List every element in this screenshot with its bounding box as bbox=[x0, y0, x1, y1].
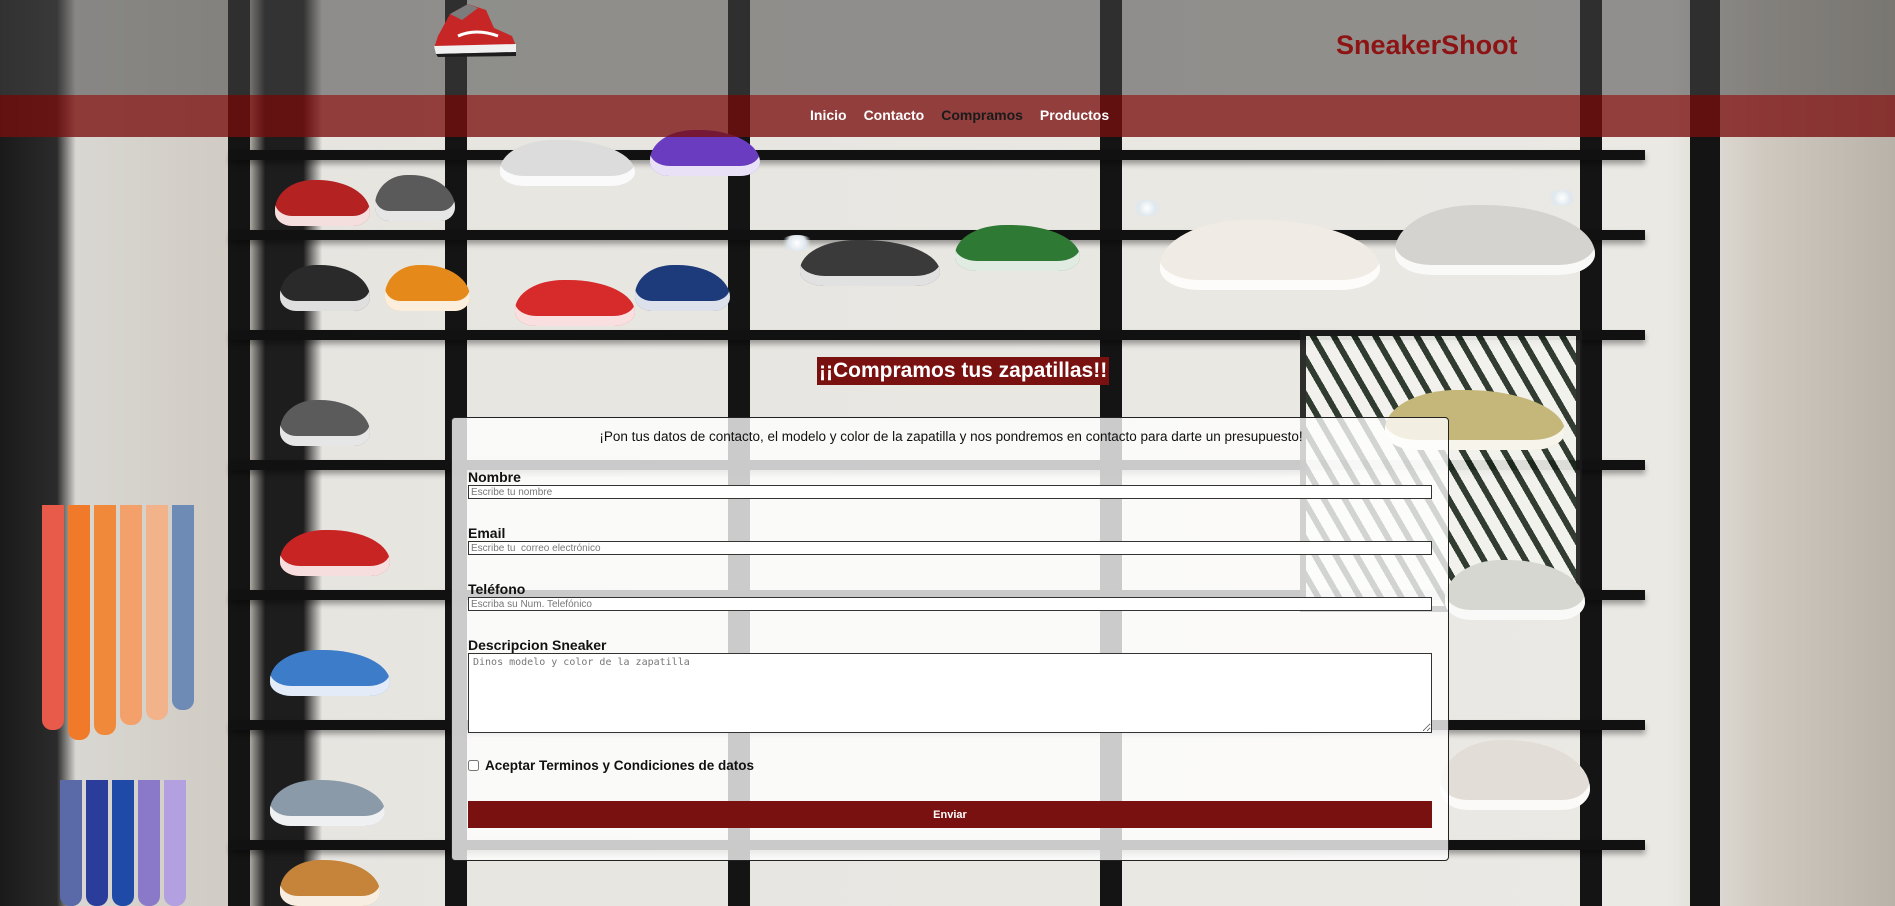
sock bbox=[112, 780, 134, 906]
sneaker bbox=[375, 175, 455, 221]
sock bbox=[86, 780, 108, 906]
nav-item-compramos: Compramos bbox=[941, 107, 1023, 125]
phone-input[interactable] bbox=[468, 597, 1432, 611]
sock bbox=[172, 505, 194, 710]
main-navbar: Inicio Contacto Compramos Productos bbox=[0, 95, 1895, 137]
sneaker bbox=[270, 650, 390, 696]
sneaker bbox=[1440, 740, 1590, 810]
ceiling-light bbox=[780, 235, 814, 251]
nav-link-contacto[interactable]: Contacto bbox=[864, 107, 925, 123]
sneaker bbox=[500, 140, 635, 186]
submit-button[interactable]: Enviar bbox=[468, 801, 1432, 828]
brand-title[interactable]: SneakerShoot bbox=[1336, 30, 1518, 61]
sneaker bbox=[635, 265, 730, 311]
sneaker bbox=[280, 530, 390, 576]
email-input[interactable] bbox=[468, 541, 1432, 555]
terms-row: Aceptar Terminos y Condiciones de datos bbox=[468, 758, 754, 773]
nav-list: Inicio Contacto Compramos Productos bbox=[810, 95, 1109, 137]
sneaker bbox=[270, 780, 385, 826]
sneaker bbox=[800, 240, 940, 286]
description-label: Descripcion Sneaker bbox=[468, 637, 607, 653]
terms-checkbox[interactable] bbox=[468, 760, 479, 771]
sock bbox=[138, 780, 160, 906]
nav-link-productos[interactable]: Productos bbox=[1040, 107, 1109, 123]
nav-link-inicio[interactable]: Inicio bbox=[810, 107, 847, 123]
sock bbox=[94, 505, 116, 735]
nav-link-compramos[interactable]: Compramos bbox=[941, 107, 1023, 123]
ceiling-light bbox=[1130, 200, 1164, 216]
sneaker bbox=[515, 280, 635, 326]
nav-item-productos: Productos bbox=[1040, 107, 1109, 125]
shelf bbox=[230, 150, 1645, 160]
name-input[interactable] bbox=[468, 485, 1432, 499]
sneaker bbox=[280, 860, 380, 906]
sock bbox=[60, 780, 82, 906]
phone-label: Teléfono bbox=[468, 581, 526, 597]
page-title: ¡¡Compramos tus zapatillas!! bbox=[817, 357, 1110, 385]
description-textarea[interactable] bbox=[468, 653, 1432, 733]
ceiling-light bbox=[1545, 190, 1579, 206]
site-header: SneakerShoot bbox=[0, 0, 1895, 95]
form-intro-text: ¡Pon tus datos de contacto, el modelo y … bbox=[599, 429, 1303, 444]
sock bbox=[68, 505, 90, 740]
nav-item-inicio: Inicio bbox=[810, 107, 847, 125]
sock bbox=[164, 780, 186, 906]
contact-form: ¡Pon tus datos de contacto, el modelo y … bbox=[451, 417, 1449, 861]
nav-item-contacto: Contacto bbox=[864, 107, 925, 125]
name-label: Nombre bbox=[468, 469, 521, 485]
sneaker-logo-icon[interactable] bbox=[428, 2, 520, 58]
sneaker bbox=[280, 265, 370, 311]
sock bbox=[120, 505, 142, 725]
sneaker bbox=[275, 180, 370, 226]
sock bbox=[42, 505, 64, 730]
email-label: Email bbox=[468, 525, 506, 541]
terms-label: Aceptar Terminos y Condiciones de datos bbox=[485, 758, 755, 773]
sock bbox=[146, 505, 168, 720]
sneaker bbox=[1395, 205, 1595, 275]
sneaker bbox=[280, 400, 370, 446]
